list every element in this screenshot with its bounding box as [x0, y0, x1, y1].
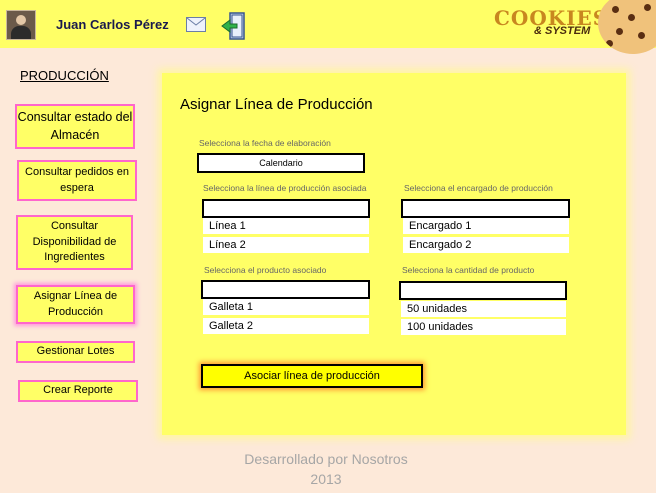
logout-icon[interactable]	[220, 11, 250, 41]
logo-subtext: & SYSTEM	[534, 25, 591, 37]
submit-label: Asociar línea de producción	[244, 370, 380, 382]
quantity-option-2[interactable]: 100 unidades	[401, 319, 566, 335]
line-option-2[interactable]: Línea 2	[203, 237, 369, 253]
line-option-1[interactable]: Línea 1	[203, 218, 369, 234]
line-select[interactable]	[202, 199, 370, 218]
nav-consultar-almacen[interactable]: Consultar estado del Almacén	[15, 104, 135, 149]
user-name: Juan Carlos Pérez	[56, 17, 169, 32]
nav-consultar-pedidos[interactable]: Consultar pedidos en espera	[17, 160, 137, 201]
avatar[interactable]	[6, 10, 36, 40]
brand-logo: COOKIES & SYSTEM	[494, 6, 607, 40]
cookie-logo-icon	[598, 0, 656, 54]
section-title: PRODUCCIÓN	[20, 68, 109, 83]
manager-label: Selecciona el encargado de producción	[404, 183, 553, 193]
quantity-option-1[interactable]: 50 unidades	[401, 301, 566, 317]
product-select[interactable]	[201, 280, 370, 299]
line-label: Selecciona la línea de producción asocia…	[203, 183, 367, 193]
manager-option-1[interactable]: Encargado 1	[403, 218, 569, 234]
date-calendar-field[interactable]: Calendario	[197, 153, 365, 173]
nav-label: Asignar Línea de Producción	[33, 290, 118, 318]
date-label: Selecciona la fecha de elaboración	[199, 138, 331, 148]
footer: Desarrollado por Nosotros 2013	[226, 449, 426, 489]
top-bar: Juan Carlos Pérez COOKIES & SYSTEM	[0, 0, 656, 54]
quantity-label: Selecciona la cantidad de producto	[402, 265, 535, 275]
manager-option-2[interactable]: Encargado 2	[403, 237, 569, 253]
footer-credit: Desarrollado por Nosotros	[244, 451, 408, 467]
nav-asignar-linea[interactable]: Asignar Línea de Producción	[16, 285, 135, 324]
calendar-text: Calendario	[259, 158, 303, 168]
manager-select[interactable]	[401, 199, 570, 218]
nav-consultar-ingredientes[interactable]: Consultar Disponibilidad de Ingredientes	[16, 215, 133, 270]
nav-label: Consultar Disponibilidad de Ingredientes	[32, 220, 117, 264]
nav-label: Crear Reporte	[43, 384, 113, 397]
product-option-1[interactable]: Galleta 1	[203, 299, 369, 315]
quantity-select[interactable]	[399, 281, 567, 300]
nav-crear-reporte[interactable]: Crear Reporte	[18, 380, 138, 402]
page-title: Asignar Línea de Producción	[180, 96, 373, 113]
product-option-2[interactable]: Galleta 2	[203, 318, 369, 334]
footer-year: 2013	[310, 471, 342, 487]
nav-label: Consultar estado del Almacén	[17, 110, 133, 142]
associate-line-button[interactable]: Asociar línea de producción	[201, 364, 423, 388]
nav-label: Gestionar Lotes	[36, 345, 115, 358]
product-label: Selecciona el producto asociado	[204, 265, 327, 275]
nav-gestionar-lotes[interactable]: Gestionar Lotes	[16, 341, 135, 363]
nav-label: Consultar pedidos en espera	[25, 166, 129, 194]
mail-icon[interactable]	[186, 17, 206, 32]
